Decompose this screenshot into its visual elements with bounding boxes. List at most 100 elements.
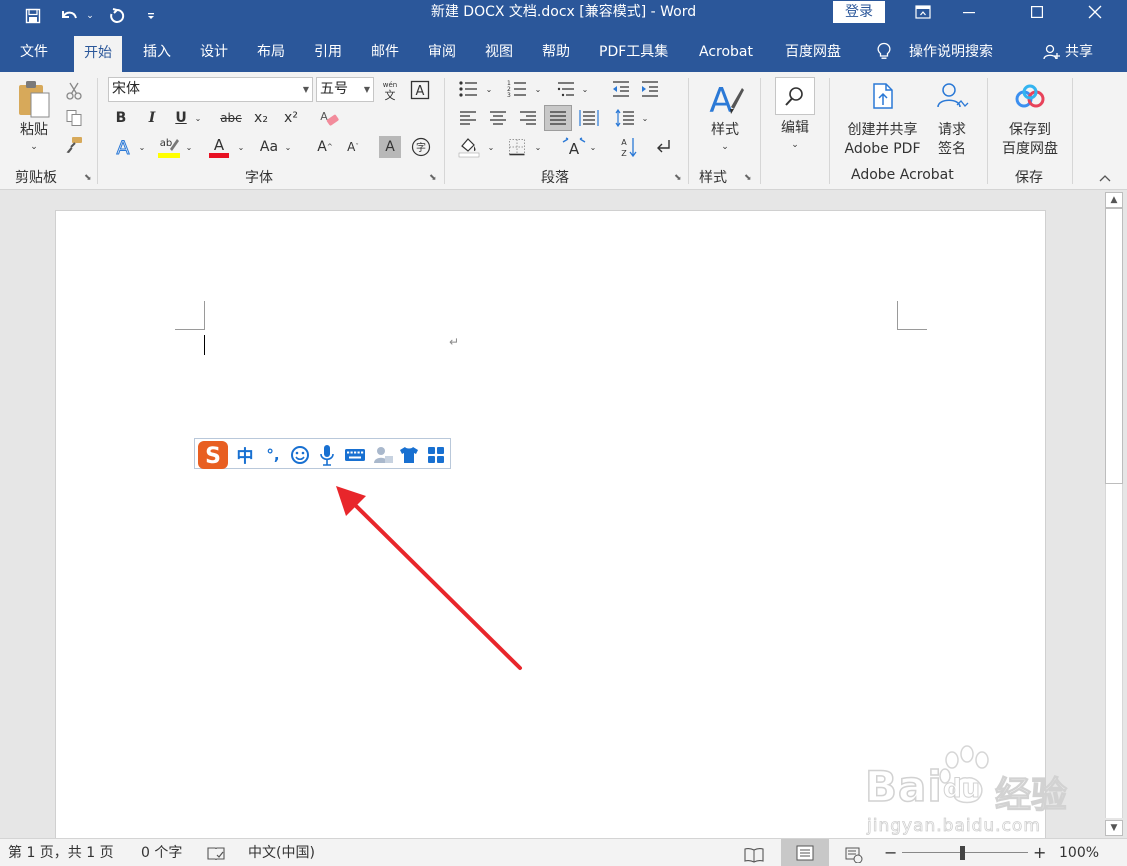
tab-insert[interactable]: 插入 [143,32,171,72]
bullets-dropdown-icon[interactable]: ⌄ [484,78,494,100]
ime-punctuation-button[interactable]: °, [261,439,285,470]
maximize-icon[interactable] [1014,0,1060,24]
tab-home[interactable]: 开始 [74,36,122,72]
enclose-characters-icon[interactable]: 字 [409,136,433,158]
multilevel-dropdown-icon[interactable]: ⌄ [580,78,590,100]
tab-help[interactable]: 帮助 [542,32,570,72]
highlight-icon[interactable]: ab [156,135,182,159]
tab-references[interactable]: 引用 [314,32,342,72]
clear-formatting-icon[interactable]: A [316,107,342,129]
strikethrough-button[interactable]: abc [216,107,246,129]
text-effects-dropdown-icon[interactable]: ⌄ [137,135,147,159]
minimize-icon[interactable] [946,0,992,24]
shading-icon[interactable] [456,135,482,159]
font-color-icon[interactable]: A [206,135,232,159]
shading-dropdown-icon[interactable]: ⌄ [486,135,496,159]
share-button[interactable]: 共享 [1065,32,1093,72]
scroll-up-icon[interactable]: ▲ [1105,192,1123,208]
text-effects-icon[interactable]: A [110,135,136,159]
chinese-layout-dropdown-icon[interactable]: ⌄ [588,135,598,159]
tab-baidu-netdisk[interactable]: 百度网盘 [785,32,841,72]
borders-dropdown-icon[interactable]: ⌄ [533,135,543,159]
paragraph-launcher-icon[interactable]: ⬊ [674,173,682,183]
align-center-icon[interactable] [486,107,510,129]
paste-dropdown-icon[interactable]: ⌄ [14,138,54,157]
sogou-logo-icon[interactable]: S [196,439,230,470]
create-share-pdf-line1[interactable]: 创建并共享 [840,121,925,140]
print-layout-button[interactable] [781,839,829,866]
zoom-slider[interactable] [902,852,1028,853]
emoji-icon[interactable] [288,439,312,470]
styles-icon[interactable]: A [703,78,747,120]
decrease-indent-icon[interactable] [609,78,633,100]
login-button[interactable]: 登录 [833,1,885,23]
align-right-icon[interactable] [516,107,540,129]
font-name-combo[interactable]: 宋体 ▼ [108,77,313,102]
zoom-out-button[interactable]: − [884,839,897,866]
align-left-icon[interactable] [456,107,480,129]
scroll-thumb[interactable] [1105,208,1123,484]
baidu-netdisk-icon[interactable] [1013,82,1047,112]
language-indicator[interactable]: 中文(中国) [248,839,315,866]
phonetic-guide-icon[interactable]: wén 文 [378,78,402,102]
line-spacing-dropdown-icon[interactable]: ⌄ [640,107,650,129]
keyboard-icon[interactable] [342,439,368,470]
ime-mode-button[interactable]: 中 [233,439,257,470]
paste-icon[interactable] [14,78,54,122]
close-icon[interactable] [1072,0,1118,24]
change-case-dropdown-icon[interactable]: ⌄ [283,135,293,159]
multilevel-list-icon[interactable] [554,78,578,100]
clipboard-launcher-icon[interactable]: ⬊ [84,173,92,183]
zoom-slider-thumb[interactable] [960,846,965,860]
ribbon-display-options-icon[interactable] [900,0,946,24]
tab-review[interactable]: 审阅 [428,32,456,72]
styles-dropdown-icon[interactable]: ⌄ [703,138,747,157]
font-color-dropdown-icon[interactable]: ⌄ [236,135,246,159]
request-signature-icon[interactable] [934,80,970,112]
numbering-icon[interactable]: 123 [505,78,529,100]
tab-layout[interactable]: 布局 [257,32,285,72]
toolbox-icon[interactable] [424,439,448,470]
chinese-layout-icon[interactable]: A [560,135,588,159]
create-share-pdf-line2[interactable]: Adobe PDF [840,140,925,159]
show-marks-icon[interactable] [652,135,676,159]
grow-font-button[interactable]: A ^ [313,135,337,159]
underline-dropdown-icon[interactable]: ⌄ [193,107,203,129]
numbering-dropdown-icon[interactable]: ⌄ [533,78,543,100]
web-layout-icon[interactable] [845,845,863,866]
copy-icon[interactable] [62,107,86,129]
change-case-button[interactable]: Aa [256,135,282,159]
justify-icon[interactable] [544,105,572,131]
proofing-icon[interactable] [207,844,225,866]
editing-dropdown-icon[interactable]: ⌄ [775,136,815,155]
tab-mailings[interactable]: 邮件 [371,32,399,72]
distributed-icon[interactable] [577,107,601,129]
read-mode-icon[interactable] [744,845,764,866]
bullets-icon[interactable] [456,78,480,100]
borders-icon[interactable] [505,135,529,159]
share-user-icon[interactable] [1043,32,1061,72]
skin-shirt-icon[interactable] [397,439,421,470]
tab-acrobat[interactable]: Acrobat [699,32,753,72]
shrink-font-button[interactable]: Aˇ [341,135,365,159]
bold-button[interactable]: B [110,107,132,129]
request-sign-line2[interactable]: 签名 [930,140,974,159]
page-count[interactable]: 第 1 页，共 1 页 [8,839,114,866]
line-spacing-icon[interactable] [613,107,637,129]
tab-file[interactable]: 文件 [20,32,48,72]
zoom-in-button[interactable]: + [1033,839,1046,866]
tell-me-search[interactable]: 操作说明搜索 [909,32,993,72]
cut-icon[interactable] [62,80,86,102]
highlight-dropdown-icon[interactable]: ⌄ [184,135,194,159]
sort-icon[interactable]: AZ [617,135,641,159]
find-icon[interactable] [775,77,815,115]
tab-design[interactable]: 设计 [200,32,228,72]
save-to-baidu-line2[interactable]: 百度网盘 [995,140,1065,159]
font-launcher-icon[interactable]: ⬊ [429,173,437,183]
tab-view[interactable]: 视图 [485,32,513,72]
zoom-level[interactable]: 100% [1059,839,1099,866]
microphone-icon[interactable] [315,439,339,470]
subscript-button[interactable]: x₂ [250,107,272,129]
create-pdf-icon[interactable] [866,80,898,112]
lightbulb-icon[interactable] [876,32,892,72]
